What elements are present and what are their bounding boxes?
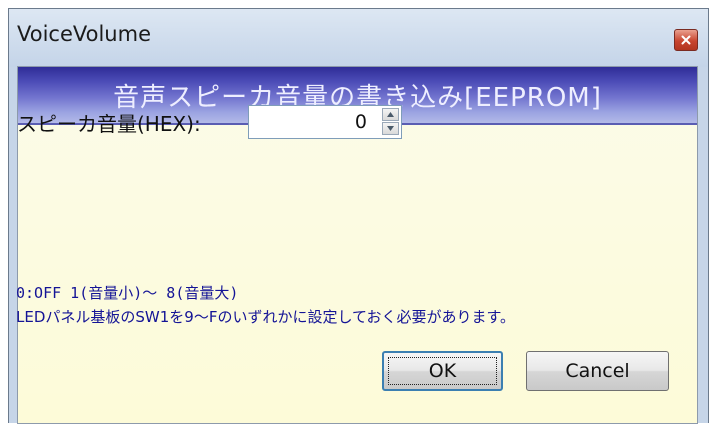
spin-up-button[interactable] <box>382 108 399 121</box>
window-title: VoiceVolume <box>17 22 151 46</box>
triangle-down-icon <box>387 126 394 131</box>
volume-spinner[interactable]: 0 <box>248 105 402 139</box>
close-button[interactable] <box>674 29 698 51</box>
volume-value[interactable]: 0 <box>355 111 367 133</box>
title-bar[interactable]: VoiceVolume <box>9 9 708 67</box>
volume-label: スピーカ音量(HEX): <box>17 112 201 136</box>
spin-down-button[interactable] <box>382 122 399 135</box>
switch-setting-note: LEDパネル基板のSW1を9～Fのいずれかに設定しておく必要があります。 <box>16 308 516 326</box>
triangle-up-icon <box>387 112 394 117</box>
volume-range-note: 0:OFF 1(音量小)～ 8(音量大) <box>16 284 239 302</box>
close-icon <box>681 35 691 45</box>
ok-button[interactable]: OK <box>382 351 503 391</box>
cancel-button[interactable]: Cancel <box>526 351 669 391</box>
